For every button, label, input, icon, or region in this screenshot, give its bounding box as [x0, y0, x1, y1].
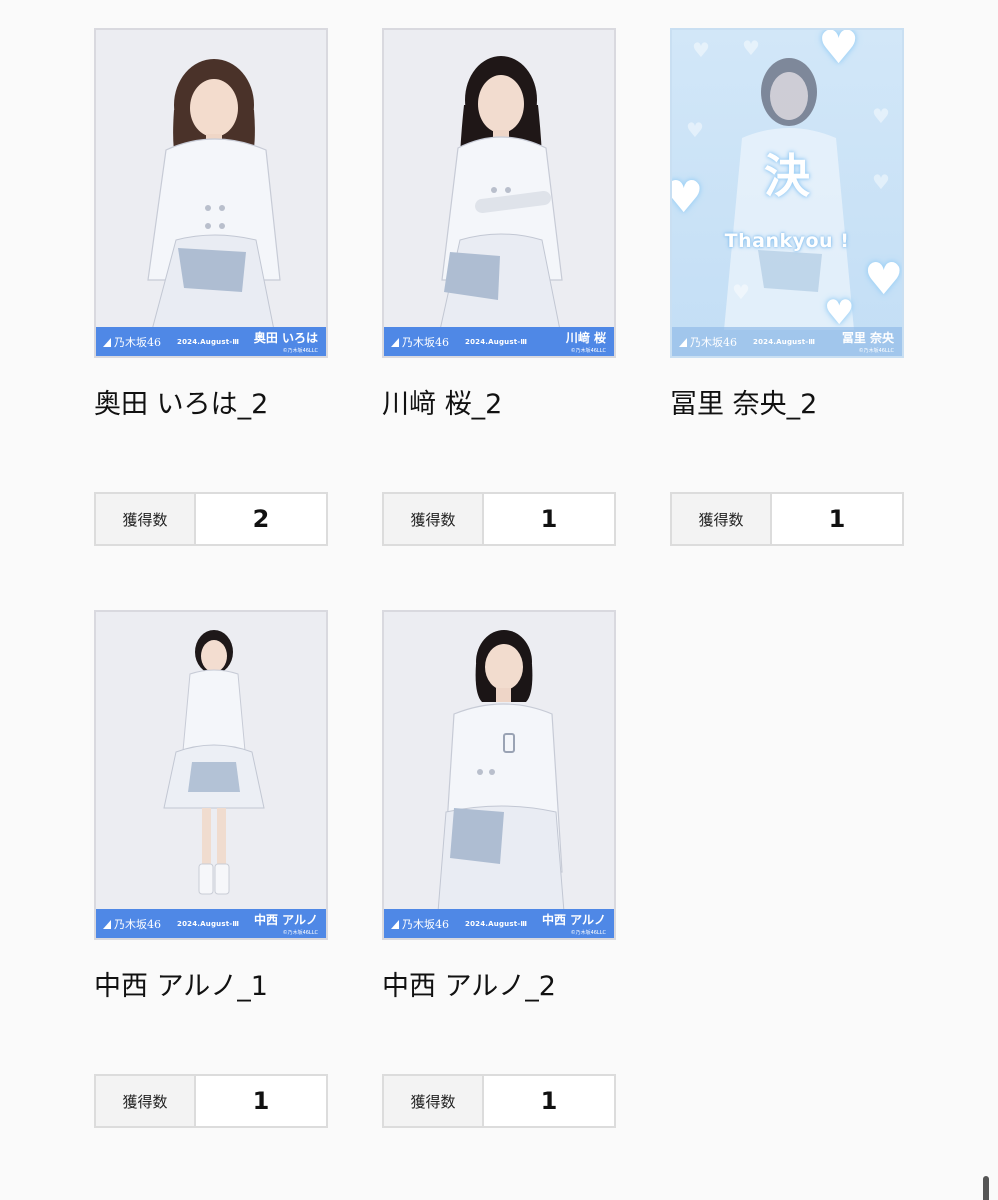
photo-member-name: 中西 アルノ — [253, 913, 318, 927]
photo-copyright: ©乃木坂46LLC — [570, 930, 606, 936]
nogizaka-logo: 乃木坂46 — [391, 334, 449, 350]
photo-copyright: ©乃木坂46LLC — [858, 348, 894, 354]
photo-member-name: 冨里 奈央 — [841, 331, 894, 345]
card-title: 川﨑 桜_2 — [382, 389, 503, 420]
photo-date: 2024.August-Ⅲ — [465, 919, 528, 928]
count-label: 獲得数 — [384, 494, 484, 544]
count-label: 獲得数 — [384, 1076, 484, 1126]
photo-name-band: 乃木坂46 2024.August-Ⅲ 奥田 いろは ©乃木坂46LLC — [96, 327, 326, 356]
acquired-count-box: 獲得数 1 — [94, 1074, 328, 1128]
count-value: 1 — [540, 505, 558, 533]
heart-icon: ♥ — [864, 254, 904, 305]
count-value: 1 — [828, 505, 846, 533]
heart-icon: ♥ — [818, 28, 860, 74]
nogizaka-logo: 乃木坂46 — [103, 334, 161, 350]
photo-date: 2024.August-Ⅲ — [177, 337, 240, 346]
photo-date: 2024.August-Ⅲ — [753, 337, 816, 346]
acquired-count-box: 獲得数 1 — [382, 1074, 616, 1128]
member-figure-image — [439, 56, 563, 331]
photo-member-name: 川﨑 桜 — [565, 331, 606, 345]
count-value: 2 — [252, 505, 270, 533]
photo-card[interactable]: ♥ ♥ ♥ ♥ ♥ ♥ ♥ ♥ ♥ ♥ 決 Thankyou ! 乃木坂46 2… — [670, 28, 904, 546]
photo-name-band: 乃木坂46 2024.August-Ⅲ 中西 アルノ ©乃木坂46LLC — [96, 909, 326, 938]
card-title: 中西 アルノ_2 — [382, 971, 556, 1002]
photo-date: 2024.August-Ⅲ — [177, 919, 240, 928]
count-label: 獲得数 — [672, 494, 772, 544]
member-photo[interactable]: 乃木坂46 2024.August-Ⅲ 中西 アルノ ©乃木坂46LLC — [382, 610, 616, 940]
heart-icon: ♥ — [732, 280, 750, 304]
acquired-count-box: 獲得数 1 — [382, 492, 616, 546]
acquired-count-box: 獲得数 1 — [670, 492, 904, 546]
member-figure-image — [437, 630, 565, 913]
member-photo[interactable]: 乃木坂46 2024.August-Ⅲ 奥田 いろは ©乃木坂46LLC — [94, 28, 328, 358]
photo-name-band: 乃木坂46 2024.August-Ⅲ 川﨑 桜 ©乃木坂46LLC — [384, 327, 614, 356]
heart-icon: ♥ — [742, 36, 760, 60]
scrollbar-thumb[interactable] — [983, 1176, 989, 1200]
heart-icon: ♥ — [872, 104, 890, 128]
photo-card[interactable]: 乃木坂46 2024.August-Ⅲ 川﨑 桜 ©乃木坂46LLC 川﨑 桜_… — [382, 28, 616, 546]
overlay-kanji: 決 — [764, 149, 810, 203]
member-photo[interactable]: 乃木坂46 2024.August-Ⅲ 中西 アルノ ©乃木坂46LLC — [94, 610, 328, 940]
photo-member-name: 奥田 いろは — [253, 331, 318, 345]
photo-copyright: ©乃木坂46LLC — [282, 348, 318, 354]
heart-icon: ♥ — [692, 38, 710, 62]
card-title: 中西 アルノ_1 — [94, 971, 268, 1002]
count-value: 1 — [540, 1087, 558, 1115]
heart-icon: ♥ — [686, 118, 704, 142]
photo-card[interactable]: 乃木坂46 2024.August-Ⅲ 奥田 いろは ©乃木坂46LLC 奥田 … — [94, 28, 328, 546]
count-value: 1 — [252, 1087, 270, 1115]
nogizaka-logo: 乃木坂46 — [103, 916, 161, 932]
photo-card[interactable]: 乃木坂46 2024.August-Ⅲ 中西 アルノ ©乃木坂46LLC 中西 … — [94, 610, 328, 1128]
photo-member-name: 中西 アルノ — [541, 913, 606, 927]
photo-copyright: ©乃木坂46LLC — [570, 348, 606, 354]
photo-card-grid: 乃木坂46 2024.August-Ⅲ 奥田 いろは ©乃木坂46LLC 奥田 … — [0, 0, 998, 1200]
nogizaka-logo: 乃木坂46 — [679, 334, 737, 350]
photo-card[interactable]: 乃木坂46 2024.August-Ⅲ 中西 アルノ ©乃木坂46LLC 中西 … — [382, 610, 616, 1128]
nogizaka-logo: 乃木坂46 — [391, 916, 449, 932]
member-photo[interactable]: 乃木坂46 2024.August-Ⅲ 川﨑 桜 ©乃木坂46LLC — [382, 28, 616, 358]
photo-date: 2024.August-Ⅲ — [465, 337, 528, 346]
card-title: 奥田 いろは_2 — [94, 389, 269, 420]
member-figure-image — [163, 630, 265, 895]
photo-name-band: 乃木坂46 2024.August-Ⅲ 中西 アルノ ©乃木坂46LLC — [384, 909, 614, 938]
count-label: 獲得数 — [96, 494, 196, 544]
acquired-count-box: 獲得数 2 — [94, 492, 328, 546]
photo-copyright: ©乃木坂46LLC — [282, 930, 318, 936]
overlay-thankyou-text: Thankyou ! — [724, 230, 850, 252]
member-photo-special[interactable]: ♥ ♥ ♥ ♥ ♥ ♥ ♥ ♥ ♥ ♥ 決 Thankyou ! 乃木坂46 2… — [670, 28, 904, 358]
heart-icon: ♥ — [824, 293, 855, 333]
photo-name-band: 乃木坂46 2024.August-Ⅲ 冨里 奈央 ©乃木坂46LLC — [672, 327, 902, 356]
card-title: 冨里 奈央_2 — [670, 389, 818, 420]
member-figure-image — [147, 59, 281, 331]
count-label: 獲得数 — [96, 1076, 196, 1126]
